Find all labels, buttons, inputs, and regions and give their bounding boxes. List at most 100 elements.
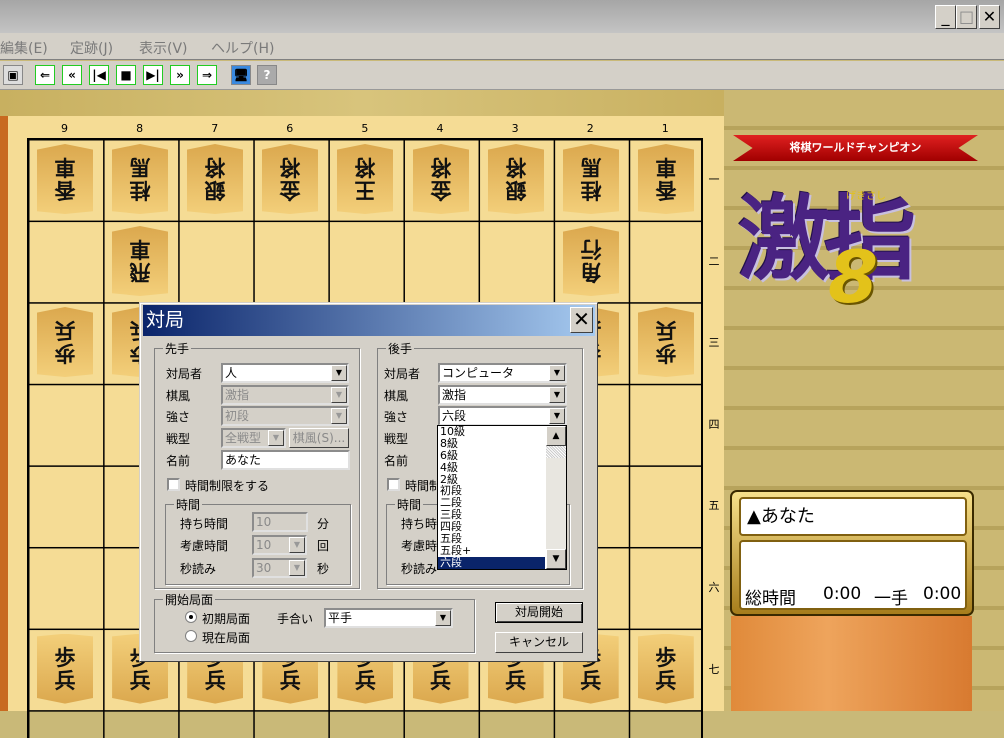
maximize-button[interactable]: □: [956, 5, 977, 29]
hold-time-input[interactable]: 10: [252, 512, 308, 532]
chevron-down-icon[interactable]: ▼: [331, 365, 347, 381]
chevron-down-icon[interactable]: ▼: [549, 365, 565, 381]
sente-style-select[interactable]: 激指 ▼: [221, 385, 349, 405]
menu-view[interactable]: 表示(V): [139, 38, 188, 58]
gote-name-label: 名前: [384, 454, 409, 468]
think-time-select[interactable]: 10 ▼: [252, 535, 307, 555]
dialog-close-button[interactable]: ✕: [570, 307, 593, 333]
gote-player-select[interactable]: コンピュータ ▼: [438, 363, 567, 383]
gote-piece[interactable]: 香車: [638, 144, 694, 214]
strength-option[interactable]: 五段+: [438, 544, 545, 557]
chevron-down-icon[interactable]: ▼: [268, 430, 284, 446]
current-position-radio[interactable]: [185, 630, 197, 642]
think-time-value: 10: [256, 538, 272, 552]
handicap-select[interactable]: 平手 ▼: [324, 608, 453, 628]
help-icon[interactable]: ?: [257, 65, 277, 85]
sente-name-input[interactable]: あなた: [221, 450, 350, 470]
gote-style-select[interactable]: 激指 ▼: [438, 385, 567, 405]
scroll-thumb[interactable]: [546, 446, 566, 458]
gote-piece[interactable]: 歩兵: [638, 307, 694, 377]
strength-option[interactable]: 4級: [438, 461, 545, 474]
sente-player-select[interactable]: 人 ▼: [221, 363, 349, 383]
chevron-down-icon[interactable]: ▼: [331, 408, 347, 424]
start-game-button[interactable]: 対局開始: [495, 602, 583, 623]
strength-option[interactable]: 8級: [438, 437, 545, 450]
chevron-down-icon[interactable]: ▼: [289, 560, 305, 576]
chevron-down-icon[interactable]: ▼: [549, 387, 565, 403]
byoyomi-select[interactable]: 30 ▼: [252, 558, 307, 578]
menu-help[interactable]: ヘルプ(H): [211, 38, 274, 58]
strength-option[interactable]: 6級: [438, 449, 545, 462]
scroll-up-icon[interactable]: ▲: [546, 426, 566, 446]
dropdown-scrollbar[interactable]: ▲ ▼: [546, 426, 566, 569]
gote-piece[interactable]: 香車: [37, 144, 93, 214]
hold-time-label: 持ち時間: [180, 517, 229, 531]
piece-char: 兵: [204, 667, 226, 693]
gote-piece[interactable]: 金将: [262, 144, 318, 214]
gote-piece[interactable]: 金将: [413, 144, 469, 214]
piece-char: 歩: [54, 341, 76, 367]
gote-group-label: 後手: [386, 340, 415, 357]
menu-edit[interactable]: 編集(E): [0, 38, 48, 58]
forward-step-icon[interactable]: ▶|: [143, 65, 163, 85]
piece-char: 兵: [430, 667, 451, 693]
column-number: 4: [436, 122, 444, 135]
initial-position-label: 初期局面: [202, 612, 251, 626]
time-limit-checkbox[interactable]: [167, 478, 180, 491]
chevron-down-icon[interactable]: ▼: [549, 408, 565, 424]
style-settings-button[interactable]: 棋風(S)...: [289, 428, 349, 448]
piece-char: 将: [279, 155, 301, 180]
strength-dropdown-list[interactable]: ▲ ▼ 10級 8級 6級 4級 2級 初段 二段 三段 四段 五段 五段+ 六段: [437, 425, 567, 570]
sente-player-value: 人: [225, 366, 238, 380]
rewind-all-icon[interactable]: ⇐: [35, 65, 55, 85]
cancel-button[interactable]: キャンセル: [495, 632, 583, 653]
piece-char: 兵: [129, 667, 151, 693]
sente-tactic-select[interactable]: 全戦型 ▼: [221, 428, 286, 448]
piece-char: 桂: [580, 178, 602, 203]
time-group-label: 時間: [174, 496, 203, 513]
piece-char: 兵: [655, 667, 677, 693]
back-fast-icon[interactable]: «: [62, 65, 82, 85]
strength-option[interactable]: 六段: [438, 556, 545, 569]
initial-position-radio[interactable]: [185, 611, 197, 623]
scroll-down-icon[interactable]: ▼: [546, 549, 566, 569]
forward-all-icon[interactable]: ⇒: [197, 65, 217, 85]
gote-piece[interactable]: 歩兵: [37, 307, 93, 377]
total-time-value: 0:00: [823, 584, 862, 604]
back-step-icon[interactable]: |◀: [89, 65, 109, 85]
column-number: 9: [61, 122, 68, 135]
piece-char: 銀: [505, 178, 527, 203]
gote-time-limit-checkbox[interactable]: [387, 478, 400, 491]
piece-char: 将: [204, 155, 226, 180]
minimize-button[interactable]: _: [935, 5, 956, 29]
column-number: 1: [661, 122, 669, 135]
sente-style-label: 棋風: [166, 389, 191, 403]
gote-piece[interactable]: 桂馬: [563, 144, 619, 214]
gote-tactic-label: 戦型: [384, 432, 409, 446]
forward-fast-icon[interactable]: »: [170, 65, 190, 85]
chevron-down-icon[interactable]: ▼: [331, 387, 347, 403]
sente-piece[interactable]: 歩兵: [37, 633, 93, 704]
gote-piece[interactable]: 王将: [337, 144, 393, 214]
gote-piece[interactable]: 飛車: [112, 226, 168, 296]
piece-char: 車: [655, 155, 677, 180]
chevron-down-icon[interactable]: ▼: [289, 537, 305, 553]
chevron-down-icon[interactable]: ▼: [435, 610, 451, 626]
computer-icon[interactable]: 🖥: [231, 65, 251, 85]
close-window-button[interactable]: ✕: [979, 5, 1000, 29]
menu-joseki[interactable]: 定跡(J): [70, 38, 113, 58]
gote-piece[interactable]: 銀将: [488, 144, 544, 214]
gote-piece[interactable]: 銀将: [187, 144, 243, 214]
gote-piece[interactable]: 角行: [563, 226, 619, 296]
save-icon[interactable]: ▣: [3, 65, 23, 85]
sente-strength-select[interactable]: 初段 ▼: [221, 406, 349, 426]
column-number: 3: [511, 122, 519, 135]
gote-strength-select[interactable]: 六段 ▼: [438, 406, 567, 426]
menu-bar: 編集(E) 定跡(J) 表示(V) ヘルプ(H): [0, 33, 1004, 60]
gote-piece[interactable]: 桂馬: [112, 144, 168, 214]
stop-icon[interactable]: ■: [116, 65, 136, 85]
sente-tactic-label: 戦型: [166, 432, 191, 446]
sente-piece[interactable]: 歩兵: [637, 633, 694, 704]
piece-stand[interactable]: [731, 616, 972, 711]
toolbar: ▣ ⇐ « |◀ ■ ▶| » ⇒ 🖥?: [0, 61, 1004, 90]
